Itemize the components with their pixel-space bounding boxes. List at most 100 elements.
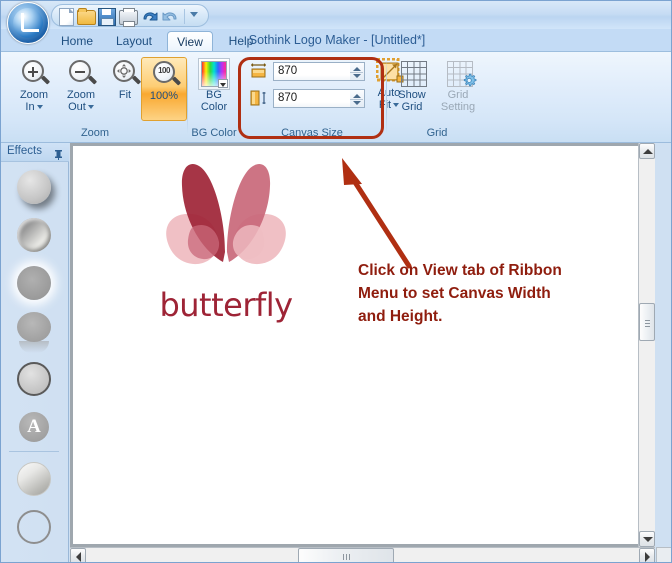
ribbon-group-bg-color-label: BG Color [191,127,237,139]
effect-text-style[interactable]: A [10,406,58,450]
outline-icon [17,362,51,396]
show-grid-icon [401,61,427,87]
effects-panel: Effects A [1,143,69,562]
zoom-out-label-line2: Out [68,101,86,113]
redo-icon[interactable] [161,8,180,25]
qat-separator [184,9,185,24]
quick-access-toolbar [51,4,209,27]
show-grid-label-line1: Show [398,89,426,101]
ribbon-group-zoom: Zoom In Zoom Out Fit 100 100% Zoom [5,55,187,140]
grid-setting-label-line1: Grid [447,89,469,101]
ribbon-tab-strip: Home Layout View Help [1,30,671,52]
tab-view[interactable]: View [167,31,213,52]
effect-drop-shadow[interactable] [10,166,58,210]
bg-color-label-line1: BG [206,89,222,101]
zoom-in-label-line1: Zoom [19,89,49,101]
annotation-line-3: and Height. [358,308,443,325]
application-window: Sothink Logo Maker - [Untitled*] Home La… [0,0,672,563]
zoom-out-label-line1: Zoom [66,89,96,101]
annotation-arrow [331,154,421,274]
canvas[interactable]: butterfly Click on View tab of Ribbon Me… [73,146,652,544]
effect-bevel[interactable] [10,214,58,258]
print-icon[interactable] [119,8,138,27]
canvas-height-stepper[interactable] [350,89,365,108]
scrollbar-corner [656,547,671,562]
reflection-icon [17,312,51,342]
zoom-in-label-line2: In [25,101,35,113]
application-menu-button[interactable] [7,2,49,44]
stepper-up-icon[interactable] [353,67,361,71]
chevron-down-icon[interactable] [218,79,228,88]
vertical-scrollbar[interactable] [638,143,655,547]
fit-label: Fit [118,89,132,101]
scroll-right-arrow[interactable] [639,548,655,562]
tab-home[interactable]: Home [53,31,101,52]
undo-icon[interactable] [140,8,159,25]
vertical-scroll-thumb[interactable] [639,303,655,341]
stepper-down-icon[interactable] [353,101,361,105]
effect-no-fill[interactable] [10,506,58,550]
stepper-down-icon[interactable] [353,74,361,78]
ribbon-group-canvas-size: 870 870 Auto Fit Canvas Size [243,55,404,140]
open-icon[interactable] [77,8,96,25]
bevel-icon [17,218,51,252]
pin-icon[interactable] [54,147,63,160]
letter-a-icon: A [27,416,41,437]
annotation-line-2: Menu to set Canvas Width [358,285,551,302]
canvas-height-icon [249,89,269,107]
zoom-100-button[interactable]: 100 100% [141,57,187,121]
canvas-area: butterfly Click on View tab of Ribbon Me… [70,143,655,547]
horizontal-scrollbar[interactable] [70,547,655,562]
logo-text: butterfly [159,286,293,324]
chevron-down-icon[interactable] [36,105,43,110]
scroll-up-arrow[interactable] [639,143,655,159]
zoom-in-button[interactable]: Zoom In [11,57,57,121]
canvas-height-input[interactable]: 870 [273,89,351,108]
chevron-down-icon[interactable] [87,105,94,110]
effect-outline[interactable] [10,358,58,402]
effect-gradient-fill[interactable] [10,458,58,502]
zoom-out-button[interactable]: Zoom Out [58,57,104,121]
reflection-mirror [19,341,49,353]
butterfly-graphic-icon [166,164,286,265]
ribbon: Zoom In Zoom Out Fit 100 100% Zoom BG Co… [1,51,671,143]
ribbon-group-zoom-label: Zoom [80,127,110,139]
effect-reflection[interactable] [10,310,58,354]
show-grid-button[interactable]: Show Grid [389,57,435,121]
canvas-width-stepper[interactable] [350,62,365,81]
annotation-text: Click on View tab of Ribbon Menu to set … [358,259,623,328]
horizontal-scroll-thumb[interactable] [298,548,394,562]
ribbon-separator [240,58,241,134]
drop-shadow-icon [17,170,51,204]
annotation-line-1: Click on View tab of Ribbon [358,262,562,279]
show-grid-label-line2: Grid [401,101,423,113]
canvas-width-icon [249,62,269,80]
stepper-up-icon[interactable] [353,94,361,98]
no-fill-icon [17,510,51,544]
zoom-100-label: 100% [149,90,179,102]
canvas-width-input[interactable]: 870 [273,62,351,81]
tab-layout[interactable]: Layout [107,31,161,52]
effects-divider [9,451,59,452]
ribbon-group-bg-color: BG Color BG Color [190,55,238,140]
ribbon-group-canvas-size-label: Canvas Size [281,127,343,139]
workspace: Effects A butterfly Click on View tab of… [1,143,671,562]
tab-help[interactable]: Help [219,31,263,52]
glow-icon [17,266,51,300]
save-icon[interactable] [98,8,117,26]
bg-color-button[interactable]: BG Color [190,57,238,121]
new-icon[interactable] [56,8,75,26]
grid-setting-button[interactable]: Grid Setting [435,57,481,121]
grid-setting-label-line2: Setting [440,101,476,113]
logo-glyph-icon [21,13,39,32]
gradient-fill-icon [17,462,51,496]
ribbon-group-grid-label: Grid [426,127,448,139]
scroll-down-arrow[interactable] [639,531,655,547]
scroll-left-arrow[interactable] [70,548,86,562]
effects-panel-header: Effects [1,143,69,162]
effect-glow[interactable] [10,262,58,306]
gear-icon [462,73,477,88]
customize-qat-icon[interactable] [190,12,198,17]
effects-panel-title: Effects [7,145,42,157]
logo-artwork[interactable]: butterfly [151,158,301,333]
